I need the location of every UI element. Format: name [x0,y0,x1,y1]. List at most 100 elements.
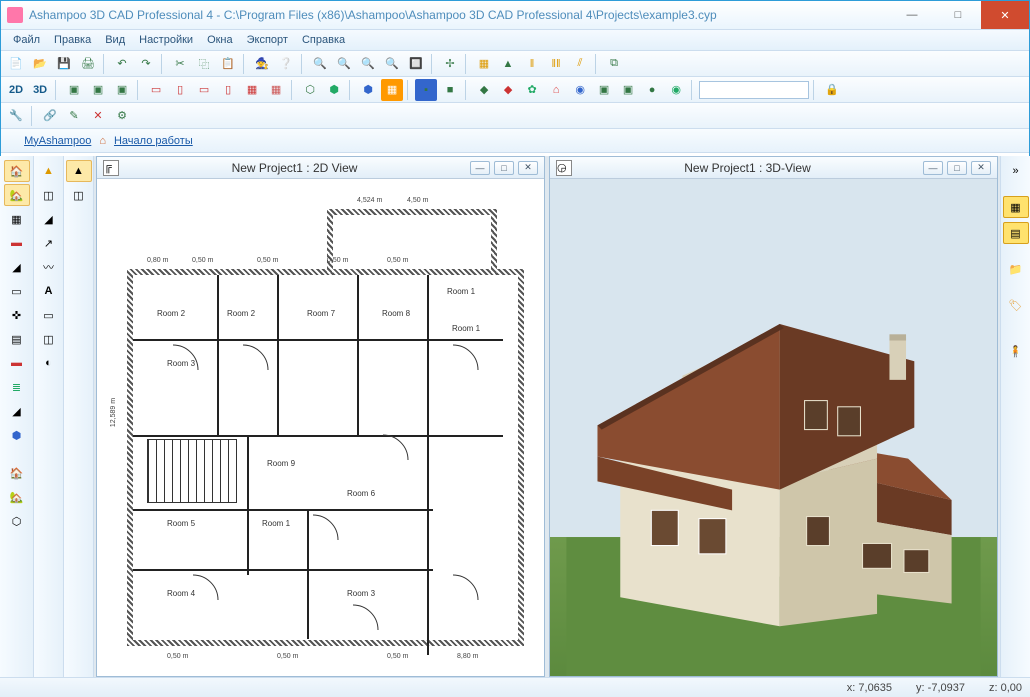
view-icon[interactable]: ▣ [63,79,85,101]
folder-icon[interactable]: 📁 [1003,258,1029,280]
maximize-button[interactable]: □ [935,1,981,29]
tool-icon[interactable]: 🏡 [4,486,30,508]
btn-3d[interactable]: 3D [29,84,51,96]
tool-icon[interactable]: ◢ [36,208,62,230]
link-myashampoo[interactable]: MyAshampoo [20,135,95,147]
tool-icon[interactable]: ◉ [665,79,687,101]
tool-icon[interactable]: ⬢ [4,424,30,446]
menu-edit[interactable]: Правка [48,32,97,48]
tool-icon[interactable]: ▤ [4,328,30,350]
edit-icon[interactable]: ✎ [63,105,85,127]
tool-icon[interactable]: ◫ [36,184,62,206]
zoom-icon[interactable]: 🔍 [309,53,331,75]
menu-help[interactable]: Справка [296,32,351,48]
link-icon[interactable]: 🔗 [39,105,61,127]
snap-icon[interactable]: ‖ [521,53,543,75]
floor-icon[interactable]: ⬡ [299,79,321,101]
wall-tool-icon[interactable]: 🏠 [4,160,30,182]
tool-icon[interactable]: ▬ [4,232,30,254]
tool-icon[interactable]: ▦ [4,208,30,230]
menu-view[interactable]: Вид [99,32,131,48]
view-icon[interactable]: ▣ [111,79,133,101]
view-close-button[interactable]: ✕ [518,161,538,175]
view-maximize-button[interactable]: □ [494,161,514,175]
tool-icon[interactable]: 🏡 [4,184,30,206]
saveas-icon[interactable]: 🖨 [77,53,99,75]
wrench-icon[interactable]: 🔧 [5,105,27,127]
tool-icon[interactable]: ✿ [521,79,543,101]
close-button[interactable]: ✕ [981,1,1029,29]
menu-export[interactable]: Экспорт [241,32,294,48]
paste-icon[interactable]: 📋 [217,53,239,75]
layout-icon[interactable]: ▭ [193,79,215,101]
grid-icon[interactable]: ▦ [473,53,495,75]
view-close-button[interactable]: ✕ [971,161,991,175]
zoom-in-icon[interactable]: 🔍 [333,53,355,75]
layout-icon[interactable]: ▦ [241,79,263,101]
tool-icon[interactable]: ↗ [36,232,62,254]
redo-icon[interactable]: ↷ [135,53,157,75]
select-tool-icon[interactable]: ▲ [36,160,62,182]
tool-icon[interactable]: ▣ [617,79,639,101]
tool-icon[interactable]: ⌂ [545,79,567,101]
zoom-fit-icon[interactable]: 🔍 [381,53,403,75]
guides-icon[interactable]: ‖‖ [545,53,567,75]
cut-icon[interactable]: ✂ [169,53,191,75]
layout-icon[interactable]: ▭ [145,79,167,101]
tool-icon[interactable]: ▣ [593,79,615,101]
tool-icon[interactable]: ▬ [4,352,30,374]
view-icon[interactable]: ▣ [87,79,109,101]
tool-icon[interactable]: ◆ [497,79,519,101]
layer-select[interactable] [699,81,809,99]
wizard-icon[interactable]: 🧙 [251,53,273,75]
tool-icon[interactable]: ◆ [473,79,495,101]
tool-icon[interactable]: ◉ [569,79,591,101]
person-icon[interactable]: 🧍 [1003,340,1029,362]
link-start[interactable]: Начало работы [110,135,197,147]
tool-icon[interactable]: ◢ [4,400,30,422]
square-icon[interactable]: ■ [439,79,461,101]
tag-icon[interactable]: 🏷 [1003,294,1029,316]
tool-icon[interactable]: ◫ [36,328,62,350]
menu-windows[interactable]: Окна [201,32,239,48]
view-minimize-button[interactable]: — [923,161,943,175]
cube-icon[interactable]: ⬢ [357,79,379,101]
view-body-2d[interactable]: Room 2 Room 2 Room 7 Room 8 Room 1 Room … [97,179,544,676]
layout-icon[interactable]: ▯ [169,79,191,101]
menu-settings[interactable]: Настройки [133,32,199,48]
pointer-icon[interactable]: ▲ [497,53,519,75]
floor-icon[interactable]: ⬢ [323,79,345,101]
view-maximize-button[interactable]: □ [947,161,967,175]
tool-icon[interactable]: 〰 [36,256,62,278]
new-icon[interactable]: 📄 [5,53,27,75]
tool-icon[interactable]: ◫ [66,184,92,206]
layer-icon[interactable]: ⧉ [603,53,625,75]
tool-icon[interactable]: ◢ [4,256,30,278]
diag-icon[interactable]: ⫽ [569,53,591,75]
panel-icon[interactable]: ▦ [1003,196,1029,218]
open-icon[interactable]: 📂 [29,53,51,75]
zoom-out-icon[interactable]: 🔍 [357,53,379,75]
undo-icon[interactable]: ↶ [111,53,133,75]
settings-icon[interactable]: ⚙ [111,105,133,127]
panel-icon[interactable]: ▤ [1003,222,1029,244]
zoom-window-icon[interactable]: 🔲 [405,53,427,75]
text-tool-icon[interactable]: A [36,280,62,302]
copy-icon[interactable]: ⿻ [193,53,215,75]
tool-icon[interactable]: ◐ [36,352,62,374]
btn-2d[interactable]: 2D [5,84,27,96]
layout-icon[interactable]: ▯ [217,79,239,101]
view-body-3d[interactable] [550,179,997,676]
tool-icon[interactable]: ▭ [4,280,30,302]
color-icon[interactable]: ▪ [415,79,437,101]
tool-icon[interactable]: ● [641,79,663,101]
view-minimize-button[interactable]: — [470,161,490,175]
texture-icon[interactable]: ▦ [381,79,403,101]
expand-icon[interactable]: » [1003,160,1029,182]
move-icon[interactable]: ✢ [439,53,461,75]
tool-icon[interactable]: 🏠 [4,462,30,484]
tool-icon[interactable]: ⬡ [4,510,30,532]
delete-icon[interactable]: ✕ [87,105,109,127]
tool-icon[interactable]: ▭ [36,304,62,326]
tool-icon[interactable]: ✜ [4,304,30,326]
